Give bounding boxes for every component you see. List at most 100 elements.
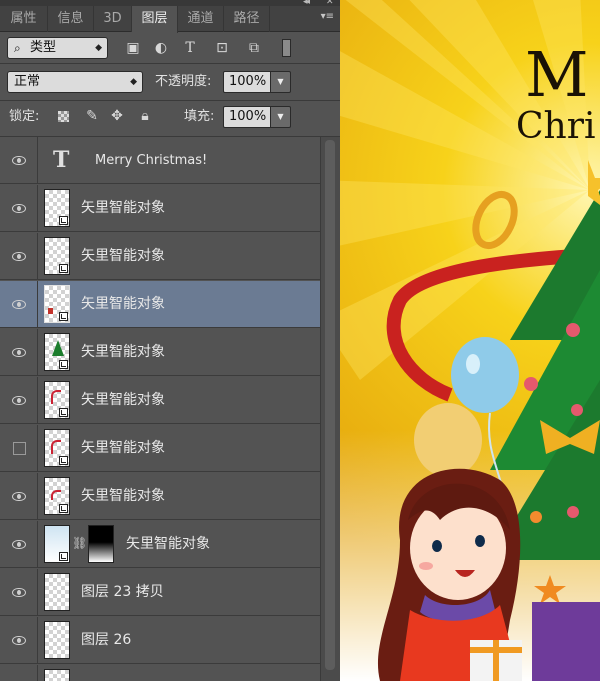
visibility-toggle[interactable] [0, 281, 38, 328]
visibility-toggle[interactable] [0, 233, 38, 280]
smart-object-badge-icon [59, 504, 68, 513]
lock-paint-icon[interactable]: ✎ [83, 105, 101, 127]
eye-icon [12, 636, 26, 645]
tab-3d[interactable]: 3D [94, 6, 132, 32]
fill-label: 填充: [184, 109, 215, 124]
canvas-heading-line2: Chri [516, 106, 595, 147]
eye-icon [12, 204, 26, 213]
layer-name: 矢里智能对象 [81, 488, 165, 504]
layer-thumbnail [44, 621, 70, 659]
lock-move-icon[interactable]: ✥ [108, 105, 126, 127]
shape-filter-icon[interactable]: ⊡ [213, 37, 231, 59]
layer-row[interactable]: 矢里智能对象 [0, 185, 320, 232]
lock-label: 锁定: [9, 109, 40, 124]
filter-row: ⌕ 类型 ◆ ▣ ◐ T ⊡ ⧉ [0, 33, 340, 63]
layer-thumbnail [44, 573, 70, 611]
tab-paths[interactable]: 路径 [224, 6, 270, 32]
opacity-slider-button[interactable]: ▼ [271, 71, 291, 93]
thumbnail-artwork [48, 308, 53, 314]
layer-name: 矢里智能对象 [81, 296, 165, 312]
tab-info[interactable]: 信息 [48, 6, 94, 32]
layer-thumbnail [44, 525, 70, 563]
eye-icon [12, 300, 26, 309]
visibility-toggle[interactable] [0, 473, 38, 520]
eye-icon [12, 348, 26, 357]
panel-tab-bar: 属性 信息 3D 图层 通道 路径 ▾≡ [0, 6, 340, 33]
thumbnail-artwork [51, 440, 61, 454]
hidden-checkbox-icon [13, 442, 26, 455]
smart-object-badge-icon [59, 408, 68, 417]
eye-icon [12, 396, 26, 405]
layer-thumbnail [44, 237, 70, 275]
lock-row: 锁定: ✎ ✥ 🔒︎ 填充: 100% ▼ [0, 101, 340, 136]
tab-properties[interactable]: 属性 [0, 6, 48, 32]
visibility-toggle[interactable] [0, 425, 38, 472]
layer-name: 矢里智能对象 [81, 440, 165, 456]
layer-row[interactable]: 矢里智能对象 [0, 473, 320, 520]
visibility-toggle[interactable] [0, 377, 38, 424]
lock-all-icon[interactable]: 🔒︎ [136, 105, 154, 127]
filter-toggle-icon[interactable] [282, 39, 291, 57]
fill-input[interactable]: 100% [223, 106, 271, 128]
layer-row[interactable]: 矢里智能对象 [0, 377, 320, 424]
smart-object-badge-icon [59, 312, 68, 321]
layer-thumbnail [44, 333, 70, 371]
layer-list-scrollbar[interactable] [320, 137, 340, 681]
dropdown-arrow-icon: ◆ [130, 77, 137, 87]
text-layer-icon: T [53, 147, 70, 173]
tab-layers[interactable]: 图层 [132, 6, 178, 33]
type-filter-icon[interactable]: T [181, 37, 199, 59]
layer-thumbnail [44, 189, 70, 227]
layer-mask-thumbnail[interactable] [88, 525, 114, 563]
visibility-toggle[interactable] [0, 329, 38, 376]
layer-name: 图层 26 [81, 632, 132, 648]
document-canvas[interactable]: M Chri [340, 0, 600, 681]
layer-name: 矢里智能对象 [81, 344, 165, 360]
layer-thumbnail [44, 477, 70, 515]
thumbnail-artwork [52, 340, 64, 356]
smart-object-filter-icon[interactable]: ⧉ [245, 37, 263, 59]
visibility-toggle[interactable] [0, 569, 38, 616]
layer-row[interactable]: 矢里智能对象 [0, 329, 320, 376]
layer-row[interactable]: 矢里智能对象 [0, 233, 320, 280]
opacity-label: 不透明度: [155, 74, 212, 89]
image-filter-icon[interactable]: ▣ [124, 37, 142, 59]
blend-mode-value: 正常 [14, 74, 41, 89]
layer-row-hidden[interactable]: 矢里智能对象 [0, 425, 320, 472]
layer-name: Merry Christmas! [95, 153, 208, 168]
visibility-toggle[interactable] [0, 665, 38, 681]
visibility-toggle[interactable] [0, 617, 38, 664]
opacity-input[interactable]: 100% [223, 71, 271, 93]
layer-name: 矢里智能对象 [81, 248, 165, 264]
smart-object-badge-icon [59, 456, 68, 465]
smart-object-badge-icon [59, 216, 68, 225]
tab-channels[interactable]: 通道 [178, 6, 224, 32]
layer-row-text[interactable]: T Merry Christmas! [0, 137, 320, 184]
eye-icon [12, 156, 26, 165]
layer-row-masked[interactable]: ⛓︎ 矢里智能对象 [0, 521, 320, 568]
blend-mode-dropdown[interactable]: 正常 ◆ [7, 71, 143, 93]
eye-icon [12, 252, 26, 261]
dropdown-arrow-icon: ◆ [95, 43, 102, 53]
layer-row[interactable]: 图层 26 [0, 617, 320, 664]
mask-link-icon[interactable]: ⛓︎ [72, 536, 87, 550]
panel-menu-icon[interactable]: ▾≡ [321, 12, 334, 22]
blend-row: 正常 ◆ 不透明度: 100% ▼ [0, 64, 340, 100]
fill-slider-button[interactable]: ▼ [271, 106, 291, 128]
layer-thumbnail [44, 285, 70, 323]
lock-transparent-icon[interactable] [58, 111, 69, 122]
visibility-toggle[interactable] [0, 185, 38, 232]
layer-row[interactable]: 图层 23 拷贝 [0, 569, 320, 616]
thumbnail-artwork [51, 490, 61, 500]
canvas-heading-line1: M [525, 38, 588, 111]
layer-thumbnail [44, 381, 70, 419]
layer-row-selected[interactable]: 矢里智能对象 [0, 281, 320, 328]
visibility-toggle[interactable] [0, 521, 38, 568]
layer-name: 图层 23 拷贝 [81, 584, 164, 600]
layer-list: T Merry Christmas! 矢里智能对象 矢里智能对象 矢里智能对象 … [0, 137, 320, 681]
visibility-toggle[interactable] [0, 137, 38, 184]
filter-kind-dropdown[interactable]: ⌕ 类型 ◆ [7, 37, 108, 59]
layer-row[interactable] [0, 665, 320, 681]
adjustment-filter-icon[interactable]: ◐ [152, 37, 170, 59]
scrollbar-thumb[interactable] [325, 140, 335, 670]
